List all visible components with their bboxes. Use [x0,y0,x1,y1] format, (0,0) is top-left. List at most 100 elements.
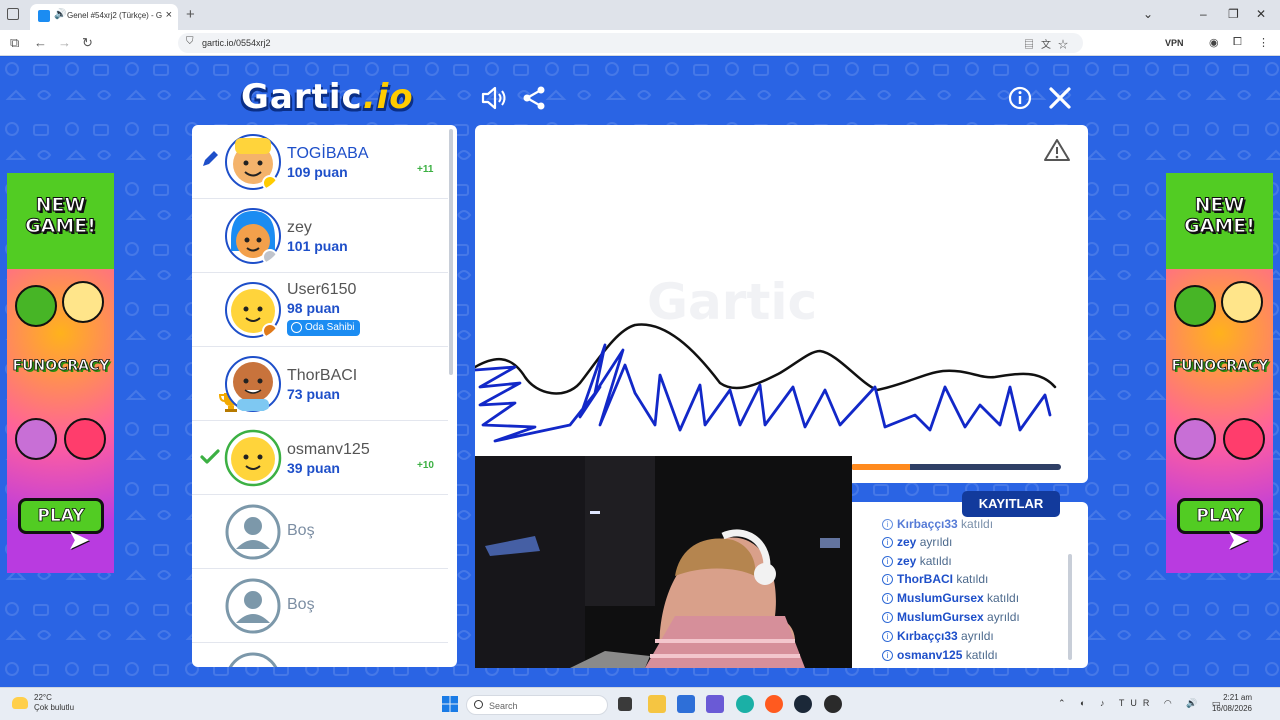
sound-icon[interactable] [480,85,506,111]
sketch-strokes [475,323,1057,443]
info-icon: i [882,612,893,623]
ad-new-game-text: NEW GAME! [1184,194,1256,237]
close-tab-icon[interactable]: × [166,9,172,21]
task-view-icon[interactable] [618,697,632,711]
file-explorer-icon[interactable] [648,695,666,713]
logs-tab[interactable]: KAYITLAR [962,491,1060,517]
url-field[interactable]: ⛉ gartic.io/0554xrj2 ▤文☆ [178,33,1083,53]
player-row[interactable]: TOGİBABA 109 puan +11 [192,125,448,199]
exit-icon[interactable] [1047,85,1073,111]
info-icon[interactable] [1007,85,1033,111]
start-icon[interactable] [441,695,459,713]
player-name: ThorBACI [287,367,358,384]
new-tab-button[interactable]: + [186,6,195,23]
edge-icon[interactable] [736,695,754,713]
cloudy-weather-icon [12,697,28,709]
timer-fill [851,464,910,470]
player-row[interactable]: ThorBACI 73 puan [192,347,448,421]
maximize-button[interactable]: ❐ [1228,7,1239,21]
vpn-button[interactable]: VPN [1165,38,1184,48]
browser-icon[interactable] [765,695,783,713]
info-icon: i [882,650,893,661]
log-entry: i Kırbaççı33 ayrıldı [882,629,994,643]
info-icon: i [882,556,893,567]
back-icon[interactable]: ← [34,35,47,50]
address-actions-icons[interactable]: ▤文☆ [1024,36,1075,51]
ad-play-button[interactable]: PLAY [1177,498,1263,534]
menu-icon[interactable]: ⋮ [1258,36,1269,49]
player-row[interactable]: zey 101 puan [192,199,448,273]
ad-banner-right[interactable]: NEW GAME! FUNOCRACY PLAY ➤ [1166,173,1273,573]
avatar[interactable] [224,429,282,487]
weather-condition: Çok bulutlu [34,703,75,712]
close-window-button[interactable]: ✕ [1256,7,1266,21]
drawing-canvas[interactable]: Gartic [475,125,1088,483]
round-timer-bar [851,464,1061,470]
taskbar-search[interactable]: Search [466,695,608,715]
room-owner-badge: Oda Sahibi [287,320,361,336]
tab-title: Genel #54xrj2 (Türkçe) - Ga [67,11,162,20]
player-score: 101 puan [287,238,348,254]
reload-icon[interactable]: ↻ [82,35,93,51]
minimize-button[interactable]: – [1200,7,1207,21]
info-icon: i [882,574,893,585]
player-row[interactable]: User6150 98 puan Oda Sahibi [192,273,448,347]
system-tray[interactable]: ⌃ ◐ ♪ TUR ◠ 🔊 ▭ [1058,698,1226,709]
store-icon[interactable] [677,695,695,713]
log-entry: i Kırbaççı33 katıldı [882,517,993,531]
sidebar-toggle-icon[interactable]: ⧉ [10,35,19,51]
share-icon[interactable] [521,85,547,111]
avatar[interactable] [224,281,282,339]
ad-character-icon [1221,281,1263,323]
clock[interactable]: 2:21 am 16/08/2026 [1208,692,1252,714]
empty-avatar-icon [228,652,278,667]
ad-character-icon [15,418,57,460]
extensions-icon[interactable]: ⧠ [1233,36,1242,49]
ad-angry-face-icon [1223,418,1265,460]
empty-slot [192,643,448,667]
empty-slot: Boş [192,495,448,569]
log-entry: i zey ayrıldı [882,535,952,549]
empty-avatar-icon [225,578,281,634]
browser-tab-bar: 🔊 Genel #54xrj2 (Türkçe) - Ga × + ⌄ – ❐ … [0,0,1280,30]
search-icon [474,700,483,709]
info-icon: i [882,537,893,548]
ad-play-button[interactable]: PLAY [18,498,104,534]
site-info-icon[interactable]: ⛉ [186,36,194,47]
tab-actions-icon[interactable] [7,8,19,20]
player-score: 39 puan [287,460,340,476]
chat-log-panel[interactable]: i Kırbaççı33 katıldı i zey ayrıldı i zey ka… [852,502,1088,668]
guessed-check-icon [200,449,220,464]
tab-search-icon[interactable]: ⌄ [1143,7,1153,21]
info-icon: i [882,631,893,642]
empty-slot-label: Boş [287,522,315,539]
log-entry: i MuslumGursex katıldı [882,591,1019,605]
ad-brand-text: FUNOCRACY [12,358,110,375]
forward-icon[interactable]: → [58,35,71,50]
game-page: Gartic.io NEW GAME! FUNOCRACY PLAY ➤ NEW… [0,57,1280,687]
browser-tab[interactable]: 🔊 Genel #54xrj2 (Türkçe) - Ga × [30,4,178,30]
avatar[interactable] [224,133,282,191]
profile-icon[interactable]: ◉ [1209,36,1219,49]
player-list-scrollbar[interactable] [449,129,453,375]
chat-scrollbar[interactable] [1068,554,1072,660]
avatar[interactable] [224,207,282,265]
teams-icon[interactable] [706,695,724,713]
player-list[interactable]: TOGİBABA 109 puan +11 zey 101 puan User6… [192,125,457,667]
ad-cursor-icon: ➤ [1226,524,1250,555]
app-icon[interactable] [824,695,842,713]
player-row[interactable]: osmanv125 39 puan +10 [192,421,448,495]
steam-icon[interactable] [794,695,812,713]
log-entry: i MuslumGursex ayrıldı [882,610,1020,624]
audio-playing-icon[interactable]: 🔊 [54,9,66,20]
search-placeholder: Search [489,701,518,711]
avatar[interactable] [224,355,282,413]
language-indicator[interactable]: TUR [1119,698,1156,708]
score-delta: +10 [417,460,434,471]
windows-taskbar: 22°C Çok bulutlu Search ⌃ ◐ ♪ TUR ◠ 🔊 ▭ … [0,687,1280,720]
info-icon: i [882,519,893,530]
log-entry: i zey katıldı [882,554,952,568]
empty-slot: Boş [192,569,448,643]
player-score: 73 puan [287,386,340,402]
ad-banner-left[interactable]: NEW GAME! FUNOCRACY PLAY ➤ [7,173,114,573]
